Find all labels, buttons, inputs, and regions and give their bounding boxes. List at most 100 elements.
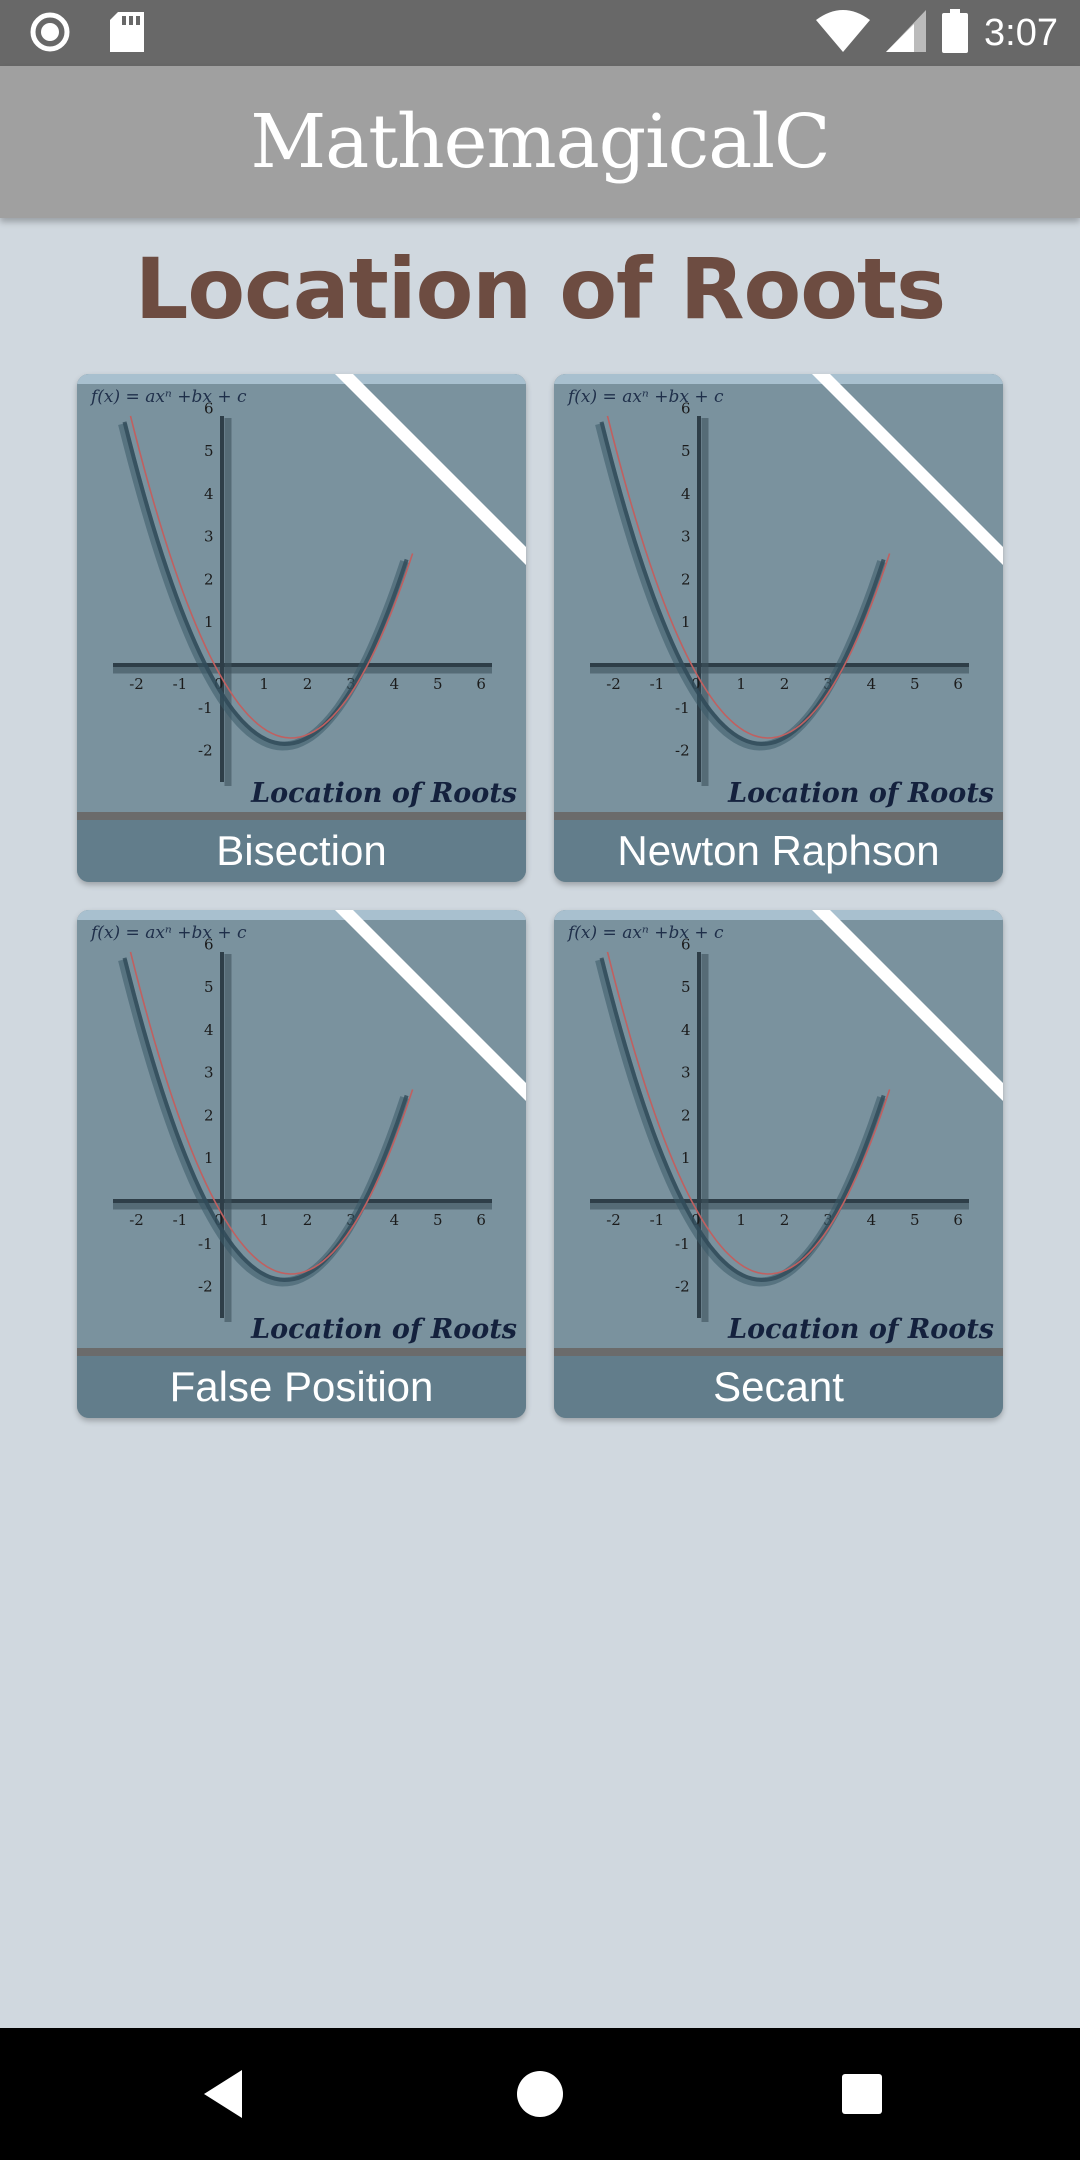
x-tick-label: 4 bbox=[390, 675, 400, 693]
x-tick-label: 1 bbox=[259, 1211, 269, 1229]
card-label: Secant bbox=[713, 1363, 844, 1410]
y-tick-label: -1 bbox=[198, 699, 213, 717]
y-tick-label: -2 bbox=[198, 1278, 213, 1296]
x-tick-label: 2 bbox=[303, 675, 313, 693]
x-tick-label: 5 bbox=[433, 675, 443, 693]
y-tick-label: 6 bbox=[681, 399, 691, 417]
graph-formula: f(x) = axⁿ +bx + c bbox=[566, 923, 724, 943]
home-icon[interactable] bbox=[510, 2064, 570, 2124]
y-tick-label: 1 bbox=[204, 613, 214, 631]
card-label-bar: Secant bbox=[554, 1348, 1003, 1418]
x-tick-label: -2 bbox=[129, 675, 144, 693]
y-tick-label: 3 bbox=[204, 528, 214, 546]
x-tick-label: 4 bbox=[390, 1211, 400, 1229]
graph-formula: f(x) = axⁿ +bx + c bbox=[89, 923, 247, 943]
y-tick-label: 6 bbox=[204, 399, 214, 417]
wifi-icon bbox=[816, 10, 871, 56]
page-title: Location of Roots bbox=[134, 240, 946, 338]
x-tick-label: 2 bbox=[780, 1211, 790, 1229]
y-tick-label: -1 bbox=[198, 1235, 213, 1253]
card-label-bar: Newton Raphson bbox=[554, 812, 1003, 882]
y-tick-label: -1 bbox=[675, 1235, 690, 1253]
y-tick-label: 3 bbox=[204, 1064, 214, 1082]
battery-icon bbox=[942, 9, 969, 57]
y-tick-label: 3 bbox=[681, 1064, 691, 1082]
y-tick-label: 6 bbox=[681, 935, 691, 953]
y-tick-label: 5 bbox=[204, 442, 214, 460]
graph-image: f(x) = axⁿ +bx + c-2 -1 0 1 2 3 4 5 6654321-1-2L… bbox=[77, 374, 526, 814]
y-tick-label: 2 bbox=[681, 1106, 691, 1124]
x-tick-label: 1 bbox=[736, 675, 746, 693]
status-bar: 3:07 bbox=[0, 0, 1080, 66]
graph-image: f(x) = axⁿ +bx + c-2 -1 0 1 2 3 4 5 6654321-1-2L… bbox=[554, 910, 1003, 1350]
y-tick-label: -1 bbox=[675, 699, 690, 717]
card-image: f(x) = axⁿ +bx + c -2 -1 0 1 2 3 4 5 6 6 5 4 3 2 1 -1 -2 L… bbox=[554, 910, 1003, 1350]
x-tick-label: 1 bbox=[736, 1211, 746, 1229]
graph-image: f(x) = axⁿ +bx + c-2 -1 0 1 2 3 4 5 6654321-1-2L… bbox=[554, 374, 1003, 814]
y-tick-label: 1 bbox=[681, 613, 691, 631]
x-tick-label: 2 bbox=[780, 675, 790, 693]
graph-caption: Location of Roots bbox=[250, 778, 517, 809]
y-tick-label: 1 bbox=[204, 1149, 214, 1167]
y-tick-label: 2 bbox=[204, 570, 214, 588]
app-title: MathemagicalC bbox=[250, 99, 830, 185]
card-label: False Position bbox=[169, 1363, 434, 1410]
y-tick-label: 3 bbox=[681, 528, 691, 546]
graph-caption: Location of Roots bbox=[727, 1314, 994, 1345]
x-tick-label: -1 bbox=[173, 1211, 188, 1229]
y-tick-label: 4 bbox=[681, 1021, 691, 1039]
y-tick-label: 4 bbox=[681, 485, 691, 503]
card-secant[interactable]: f(x) = axⁿ +bx + c -2 -1 0 1 2 3 4 5 6 6 5 4 3 2 1 -1 -2 L… bbox=[554, 910, 1003, 1418]
x-tick-label: -2 bbox=[606, 675, 621, 693]
y-tick-label: 5 bbox=[681, 442, 691, 460]
x-tick-label: -2 bbox=[606, 1211, 621, 1229]
x-tick-label: 4 bbox=[867, 675, 877, 693]
card-label-bar: False Position bbox=[77, 1348, 526, 1418]
back-icon[interactable] bbox=[198, 2064, 258, 2124]
y-tick-label: -2 bbox=[198, 742, 213, 760]
record-icon bbox=[30, 12, 70, 56]
y-tick-label: 4 bbox=[204, 1021, 214, 1039]
x-tick-label: 6 bbox=[953, 1211, 963, 1229]
card-newton-raphson[interactable]: f(x) = axⁿ +bx + c -2 -1 0 1 2 3 4 5 6 6 5 4 3 2 1 -1 -2 L… bbox=[554, 374, 1003, 882]
card-image: f(x) = axⁿ +bx + c -2 -1 0 1 2 3 4 5 6 6 5 4 3 2 1 -1 -2 L… bbox=[77, 374, 526, 814]
navigation-bar bbox=[0, 2028, 1080, 2160]
app-bar: MathemagicalC bbox=[0, 66, 1080, 218]
y-tick-label: 1 bbox=[681, 1149, 691, 1167]
graph-formula: f(x) = axⁿ +bx + c bbox=[89, 387, 247, 407]
x-tick-label: -2 bbox=[129, 1211, 144, 1229]
y-tick-label: -2 bbox=[675, 1278, 690, 1296]
x-tick-label: 5 bbox=[910, 675, 920, 693]
x-tick-label: 4 bbox=[867, 1211, 877, 1229]
recent-apps-icon[interactable] bbox=[832, 2064, 892, 2124]
graph-image: f(x) = axⁿ +bx + c-2 -1 0 1 2 3 4 5 6654321-1-2L… bbox=[77, 910, 526, 1350]
y-tick-label: 4 bbox=[204, 485, 214, 503]
graph-formula: f(x) = axⁿ +bx + c bbox=[566, 387, 724, 407]
x-tick-label: -1 bbox=[650, 1211, 665, 1229]
y-tick-label: 2 bbox=[204, 1106, 214, 1124]
y-tick-label: 6 bbox=[204, 935, 214, 953]
graph-caption: Location of Roots bbox=[727, 778, 994, 809]
card-label: Bisection bbox=[216, 827, 387, 874]
x-tick-label: -1 bbox=[650, 675, 665, 693]
method-grid: f(x) = axⁿ +bx + c -2 -1 0 1 2 3 4 5 6 6 5 4 3 2 1 -1 -2 L… bbox=[77, 374, 1003, 1420]
x-tick-label: 2 bbox=[303, 1211, 313, 1229]
graph-caption: Location of Roots bbox=[250, 1314, 517, 1345]
y-tick-label: 5 bbox=[681, 978, 691, 996]
sd-card-icon bbox=[110, 12, 144, 56]
card-label: Newton Raphson bbox=[617, 827, 940, 874]
card-image: f(x) = axⁿ +bx + c -2 -1 0 1 2 3 4 5 6 6 5 4 3 2 1 -1 -2 L… bbox=[77, 910, 526, 1350]
x-tick-label: 6 bbox=[476, 675, 486, 693]
x-tick-label: 5 bbox=[910, 1211, 920, 1229]
card-image: f(x) = axⁿ +bx + c -2 -1 0 1 2 3 4 5 6 6 5 4 3 2 1 -1 -2 L… bbox=[554, 374, 1003, 814]
card-bisection[interactable]: f(x) = axⁿ +bx + c -2 -1 0 1 2 3 4 5 6 6 5 4 3 2 1 -1 -2 L… bbox=[77, 374, 526, 882]
status-time: 3:07 bbox=[984, 11, 1058, 54]
y-tick-label: 2 bbox=[681, 570, 691, 588]
x-tick-label: -1 bbox=[173, 675, 188, 693]
card-false-position[interactable]: f(x) = axⁿ +bx + c -2 -1 0 1 2 3 4 5 6 6 5 4 3 2 1 -1 -2 L… bbox=[77, 910, 526, 1418]
y-tick-label: 5 bbox=[204, 978, 214, 996]
signal-icon bbox=[886, 10, 927, 56]
x-tick-label: 6 bbox=[953, 675, 963, 693]
x-tick-label: 5 bbox=[433, 1211, 443, 1229]
x-tick-label: 1 bbox=[259, 675, 269, 693]
